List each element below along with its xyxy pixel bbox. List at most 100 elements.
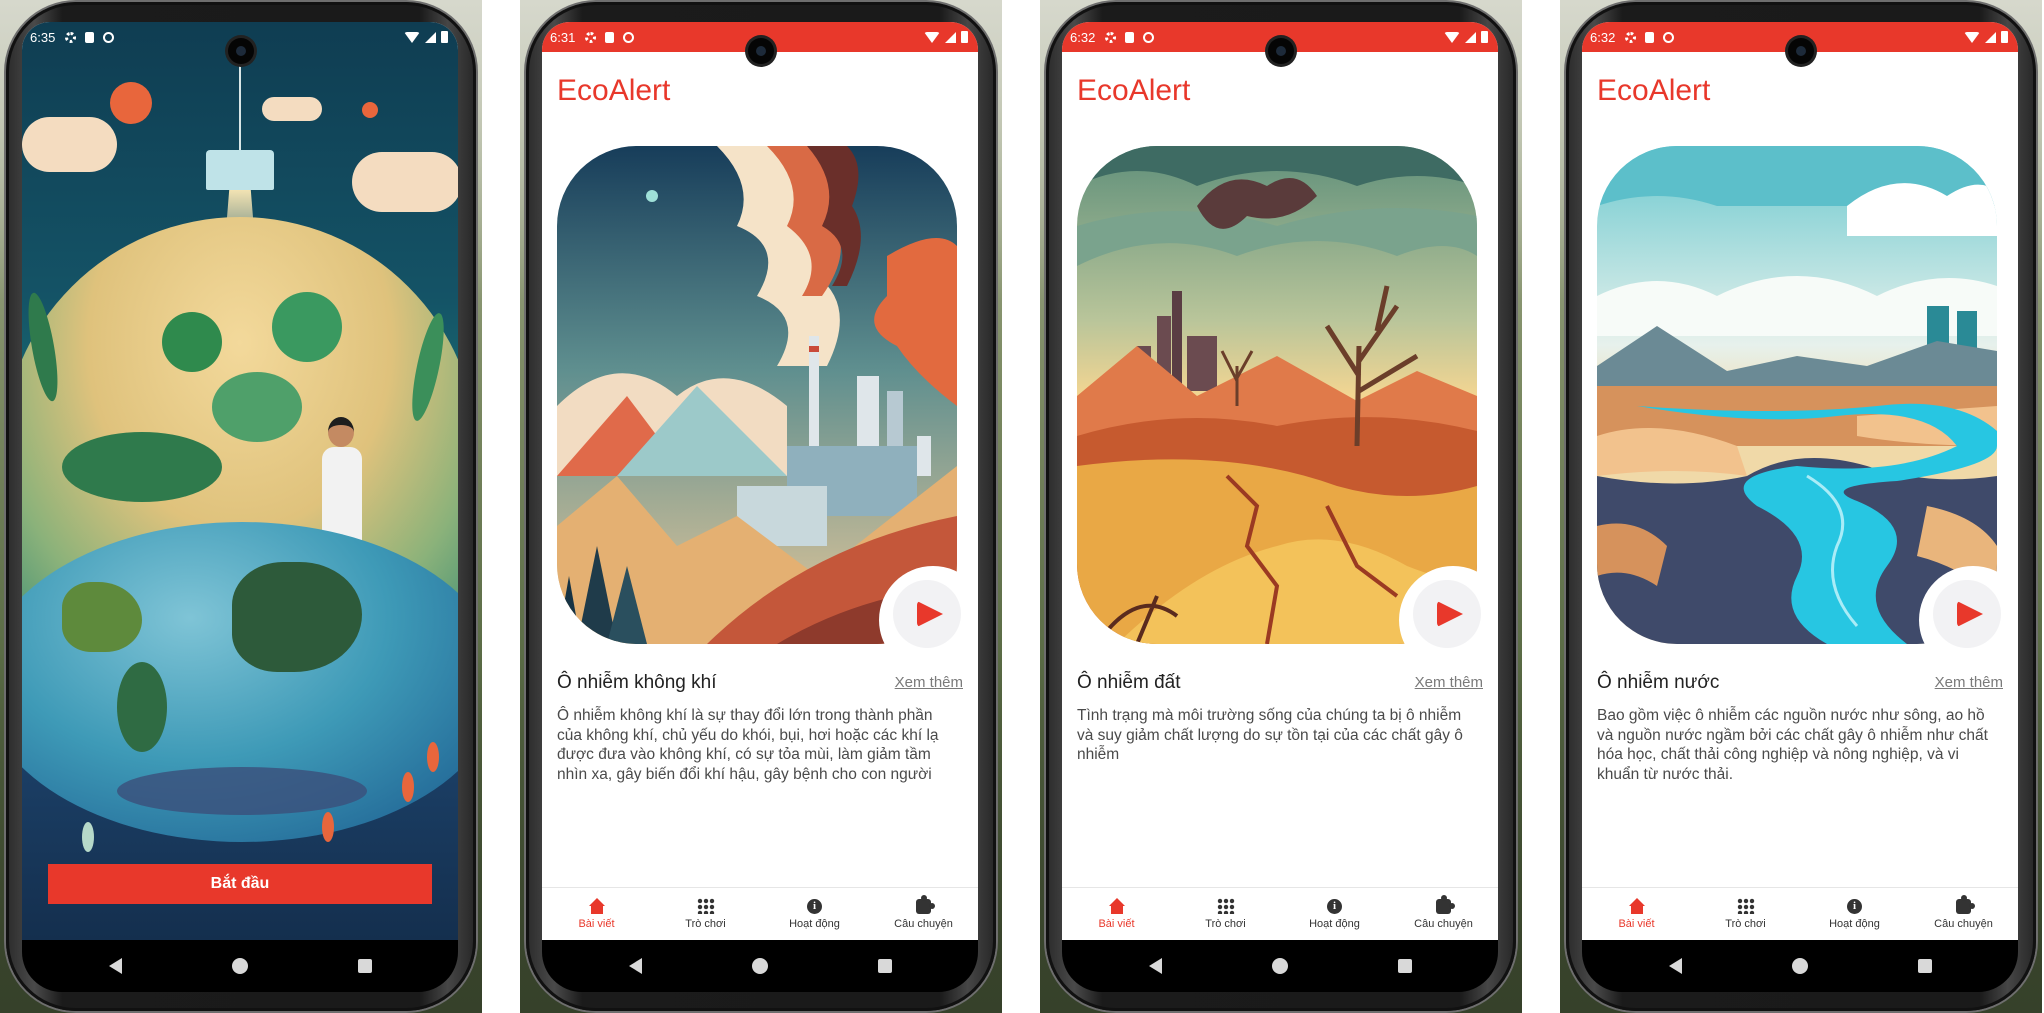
tab-label: Bài viết	[1618, 918, 1655, 930]
recents-icon[interactable]	[357, 959, 372, 973]
splash-screen: 6:35 Bắt đầu	[22, 22, 458, 940]
tree-shape	[212, 372, 302, 442]
soil-pollution-illustration	[1077, 146, 1477, 644]
flower-shape	[82, 822, 94, 852]
see-more-link[interactable]: Xem thêm	[1415, 674, 1483, 691]
home-circle-icon[interactable]	[751, 958, 768, 974]
recents-icon[interactable]	[877, 959, 892, 973]
info-icon: i	[1847, 898, 1862, 914]
wifi-icon	[1964, 31, 1980, 43]
status-time: 6:32	[1590, 29, 1616, 45]
play-button[interactable]	[1933, 580, 2001, 648]
tree-shape	[162, 312, 222, 372]
article-description: Ô nhiễm không khí là sự thay đổi lớn tro…	[557, 707, 939, 783]
play-button[interactable]	[893, 580, 961, 648]
tab-activities[interactable]: i Hoạt động	[760, 888, 869, 940]
app-title: EcoAlert	[1597, 74, 1711, 107]
settings-icon	[585, 31, 597, 43]
see-more-link[interactable]: Xem thêm	[895, 674, 963, 691]
play-icon	[917, 601, 943, 627]
system-nav-bar	[1582, 940, 2018, 992]
home-circle-icon[interactable]	[231, 958, 248, 974]
wifi-icon	[924, 31, 940, 43]
tab-stories[interactable]: Câu chuyện	[1389, 888, 1498, 940]
sync-icon	[1663, 31, 1675, 43]
tab-activities[interactable]: i Hoạt động	[1280, 888, 1389, 940]
battery-icon	[441, 31, 448, 43]
tab-label: Bài viết	[578, 918, 615, 930]
battery-icon	[1481, 31, 1488, 43]
tab-games[interactable]: Trò chơi	[1691, 888, 1800, 940]
settings-icon	[1105, 31, 1117, 43]
back-icon[interactable]	[108, 958, 122, 974]
phone-water: 6:32 EcoAlert Ô nhiễm nước Xem thêm Bao …	[1560, 0, 2042, 1013]
home-circle-icon[interactable]	[1271, 958, 1288, 974]
system-nav-bar	[1062, 940, 1498, 992]
see-more-link[interactable]: Xem thêm	[1935, 674, 2003, 691]
back-icon[interactable]	[628, 958, 642, 974]
bush-shape	[62, 432, 222, 502]
article-image[interactable]	[557, 146, 957, 644]
tab-label: Bài viết	[1098, 918, 1135, 930]
puzzle-icon	[916, 894, 935, 914]
phone-splash: 6:35 Bắt đầu	[0, 0, 482, 1013]
article-image[interactable]	[1077, 146, 1477, 644]
bottom-tab-bar: Bài viết Trò chơi i Hoạt động Câu chuyện	[1062, 887, 1498, 940]
article-description: Tình trạng mà môi trường sống của chúng …	[1077, 707, 1463, 763]
sync-icon	[1143, 31, 1155, 43]
cloud-shape	[262, 97, 322, 121]
phone-soil: 6:32 EcoAlert Ô nhiễm đất Xem thêm Tình …	[1040, 0, 1522, 1013]
puzzle-icon	[1436, 894, 1455, 914]
status-time: 6:35	[30, 29, 56, 45]
recents-icon[interactable]	[1917, 959, 1932, 973]
home-circle-icon[interactable]	[1791, 958, 1808, 974]
settings-icon	[1625, 31, 1637, 43]
start-button[interactable]: Bắt đầu	[48, 864, 432, 904]
tab-label: Trò chơi	[685, 918, 726, 930]
tab-games[interactable]: Trò chơi	[651, 888, 760, 940]
tab-articles[interactable]: Bài viết	[1582, 888, 1691, 940]
grid-icon	[1736, 898, 1755, 914]
recents-icon[interactable]	[1397, 959, 1412, 973]
tab-label: Hoạt động	[1309, 917, 1360, 930]
splash-illustration	[22, 22, 458, 940]
tab-games[interactable]: Trò chơi	[1171, 888, 1280, 940]
tab-label: Hoạt động	[789, 917, 840, 930]
back-icon[interactable]	[1668, 958, 1682, 974]
sync-icon	[103, 31, 115, 43]
tab-articles[interactable]: Bài viết	[542, 888, 651, 940]
back-icon[interactable]	[1148, 958, 1162, 974]
app-title: EcoAlert	[557, 74, 671, 107]
battery-icon	[961, 31, 968, 43]
puzzle-icon	[1956, 894, 1975, 914]
article-title: Ô nhiễm đất	[1077, 672, 1181, 693]
status-time: 6:31	[550, 29, 576, 45]
article-screen: 6:32 EcoAlert	[1582, 22, 2018, 940]
play-icon	[1437, 601, 1463, 627]
tab-label: Trò chơi	[1725, 918, 1766, 930]
grid-icon	[696, 898, 715, 914]
signal-icon	[1985, 31, 1996, 43]
system-nav-bar	[542, 940, 978, 992]
tab-activities[interactable]: i Hoạt động	[1800, 888, 1909, 940]
article-title: Ô nhiễm nước	[1597, 672, 1720, 693]
tab-stories[interactable]: Câu chuyện	[869, 888, 978, 940]
sync-icon	[623, 31, 635, 43]
camera-hole	[748, 38, 774, 64]
tab-articles[interactable]: Bài viết	[1062, 888, 1171, 940]
home-icon	[1628, 898, 1646, 914]
tab-stories[interactable]: Câu chuyện	[1909, 888, 2018, 940]
base-plate	[117, 767, 367, 815]
tab-label: Câu chuyện	[894, 917, 953, 930]
article-screen: 6:31 EcoAlert Ô nhiễm không khí Xem thêm…	[542, 22, 978, 940]
battery-icon	[2001, 31, 2008, 43]
sd-card-icon	[1125, 31, 1135, 43]
status-time: 6:32	[1070, 29, 1096, 45]
water-pollution-illustration	[1597, 146, 1997, 644]
signal-icon	[945, 31, 956, 43]
settings-icon	[65, 31, 77, 43]
camera-hole	[1788, 38, 1814, 64]
play-button[interactable]	[1413, 580, 1481, 648]
article-description: Bao gồm việc ô nhiễm các nguồn nước như …	[1597, 707, 1988, 783]
article-image[interactable]	[1597, 146, 1997, 644]
